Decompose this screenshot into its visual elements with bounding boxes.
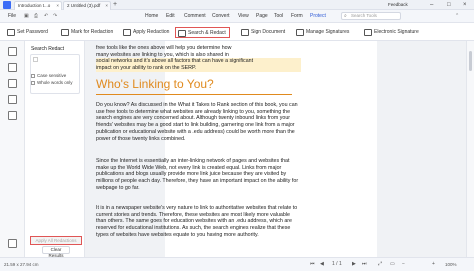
status-bar: 21.59 x 27.94 cm ⏮ ◀ 1 / 1 ▶ ⏭ ⤢ ▭ − + 1… (0, 257, 474, 271)
body-paragraph: It is in a newspaper website's very natu… (96, 205, 298, 238)
next-page-icon[interactable]: ▶ (352, 261, 356, 267)
sign-document-label: Sign Document (251, 29, 286, 35)
thumbnails-icon[interactable] (8, 47, 17, 56)
redo-icon[interactable]: ↷ (53, 13, 57, 19)
menu-edit[interactable]: Edit (166, 13, 175, 19)
save-icon[interactable]: ▣ (24, 13, 29, 19)
manage-signatures-button[interactable]: Manage Signatures (295, 27, 349, 38)
menu-home[interactable]: Home (145, 13, 158, 19)
search-icon: ⌕ (344, 13, 347, 19)
tab-label: 2 Untitled (3).pdf (67, 3, 101, 8)
electronic-signature-icon (364, 29, 372, 36)
left-rail (0, 41, 25, 257)
protect-toolbar: Set Password Mark for Redaction Apply Re… (0, 24, 474, 41)
search-redact-icon (178, 30, 186, 37)
tab-document-2[interactable]: 2 Untitled (3).pdf × (63, 1, 111, 10)
body-paragraph: Do you know? As discussed in the What it… (96, 102, 298, 142)
set-password-label: Set Password (17, 29, 48, 35)
last-page-icon[interactable]: ⏭ (362, 261, 367, 267)
electronic-signature-label: Electronic Signature (374, 29, 419, 35)
apply-redaction-label: Apply Redaction (133, 29, 170, 35)
apply-all-redactions-button[interactable]: Apply All Redactions (30, 236, 82, 245)
zoom-out-icon[interactable]: − (402, 261, 405, 267)
title-bar: Introduction t...o ebook.pdf × 2 Untitle… (0, 0, 474, 16)
whole-words-label: Whole words only (37, 80, 73, 85)
body-paragraph: Since the Internet is essentially an int… (96, 158, 299, 191)
case-sensitive-checkbox[interactable] (31, 73, 35, 78)
menu-view[interactable]: View (238, 13, 249, 19)
lock-icon (7, 29, 15, 36)
clear-results-button[interactable]: Clear Results (42, 246, 70, 258)
search-placeholder: Search Tools (351, 13, 377, 18)
first-page-icon[interactable]: ⏮ (310, 261, 315, 267)
vertical-scrollbar[interactable] (466, 41, 474, 257)
collapse-icon[interactable]: ⌃ (455, 13, 459, 19)
close-tab-icon[interactable]: × (105, 2, 108, 10)
attachments-icon[interactable] (8, 111, 17, 120)
search-redact-label: Search & Redact (188, 30, 226, 36)
app-logo-icon (3, 1, 11, 9)
tab-document-1[interactable]: Introduction t...o ebook.pdf × (14, 1, 62, 16)
menu-convert[interactable]: Convert (212, 13, 230, 19)
zoom-level[interactable]: 100% (445, 262, 457, 267)
panel-title: Search Redact (31, 46, 65, 52)
set-password-button[interactable]: Set Password (6, 27, 48, 38)
page-indicator[interactable]: 1 / 1 (332, 261, 342, 267)
apply-redaction-button[interactable]: Apply Redaction (122, 27, 169, 38)
mark-redaction-icon (61, 29, 69, 36)
intro-paragraph: free tools like the ones above will help… (96, 45, 301, 72)
minimize-icon[interactable]: – (430, 0, 433, 10)
intro-line: many websites are linking to you, which … (96, 51, 229, 58)
search-redact-panel: Search Redact Case sensitive Whole words… (25, 41, 85, 258)
help-icon[interactable] (8, 239, 17, 248)
close-window-icon[interactable]: × (463, 0, 467, 10)
menu-page[interactable]: Page (256, 13, 268, 19)
menu-comment[interactable]: Comment (184, 13, 206, 19)
signatures-icon (296, 29, 304, 36)
section-heading: Who's Linking to You? (96, 77, 214, 91)
menu-bar: File ▣ ⎙ ↶ ↷ Home Edit Comment Convert V… (0, 10, 474, 32)
close-tab-icon[interactable]: × (56, 2, 59, 10)
single-page-icon[interactable]: ▭ (390, 261, 395, 267)
add-tab-icon[interactable]: + (113, 0, 117, 10)
zoom-in-icon[interactable]: + (432, 261, 435, 267)
intro-line: free tools like the ones above will help… (96, 45, 232, 51)
sign-icon (241, 29, 249, 36)
intro-line: social networks and it's above all facto… (96, 58, 301, 66)
search-option-icon (33, 57, 38, 62)
menu-tool[interactable]: Tool (274, 13, 283, 19)
intro-line: impact on your ability to rank on the SE… (96, 65, 301, 72)
manage-signatures-label: Manage Signatures (306, 29, 350, 35)
print-icon[interactable]: ⎙ (34, 13, 38, 19)
heading-rule (96, 94, 292, 95)
fit-page-icon[interactable]: ⤢ (378, 261, 382, 267)
apply-redaction-icon (123, 29, 131, 36)
search-panel-icon[interactable] (8, 95, 17, 104)
search-redact-button[interactable]: Search & Redact (175, 27, 230, 38)
prev-page-icon[interactable]: ◀ (320, 261, 324, 267)
electronic-signature-button[interactable]: Electronic Signature (363, 27, 419, 38)
undo-icon[interactable]: ↶ (44, 13, 48, 19)
whole-words-checkbox[interactable] (31, 80, 35, 85)
comments-icon[interactable] (8, 79, 17, 88)
case-sensitive-option[interactable]: Case sensitive (31, 73, 66, 78)
mark-for-redaction-button[interactable]: Mark for Redaction (60, 27, 113, 38)
bookmark-icon[interactable] (8, 63, 17, 72)
sign-document-button[interactable]: Sign Document (240, 27, 285, 38)
case-sensitive-label: Case sensitive (37, 73, 67, 78)
search-tools-input[interactable]: ⌕ Search Tools (341, 12, 401, 20)
page-dimensions: 21.59 x 27.94 cm (4, 262, 39, 267)
menu-form[interactable]: Form (291, 13, 303, 19)
whole-words-option[interactable]: Whole words only (31, 80, 73, 85)
scrollbar-thumb[interactable] (469, 51, 472, 71)
maximize-icon[interactable]: □ (447, 0, 451, 10)
menu-file[interactable]: File (8, 13, 16, 19)
menu-protect[interactable]: Protect (310, 13, 326, 19)
feedback-link[interactable]: Feedback (388, 1, 408, 9)
mark-for-redaction-label: Mark for Redaction (71, 29, 114, 35)
